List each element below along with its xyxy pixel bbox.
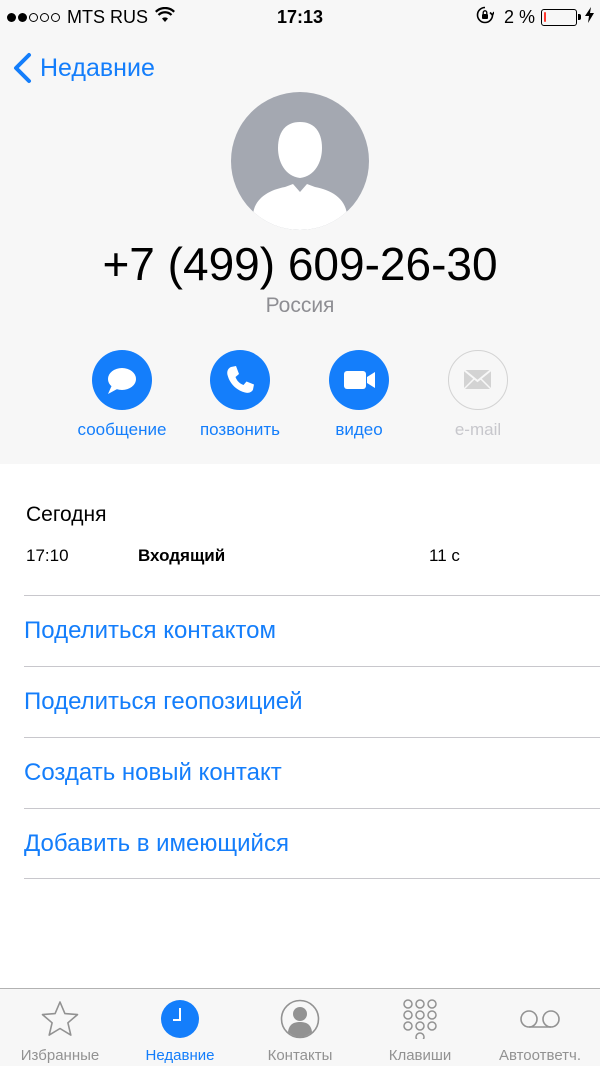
action-buttons: сообщение позвонить видео e-mail xyxy=(0,350,600,450)
email-button xyxy=(448,350,508,410)
phone-number: +7 (499) 609-26-30 xyxy=(102,238,498,290)
call-history-row: 17:10 Входящий 11 с xyxy=(0,542,600,570)
phone-country: Россия xyxy=(265,294,335,317)
charging-icon xyxy=(585,7,594,28)
tab-voicemail[interactable]: Автоответч. xyxy=(480,989,600,1066)
status-right: 2 % xyxy=(476,6,594,29)
battery-icon xyxy=(541,9,581,26)
contact-options-list: Поделиться контактом Поделиться геопозиц… xyxy=(0,595,600,879)
tab-favorites[interactable]: Избранные xyxy=(0,989,120,1066)
call-type: Входящий xyxy=(138,546,226,565)
star-icon xyxy=(41,1001,79,1036)
call-button[interactable] xyxy=(210,350,270,410)
voicemail-icon xyxy=(520,1010,560,1028)
video-button[interactable] xyxy=(329,350,389,410)
tab-voicemail-label: Автоответч. xyxy=(498,1047,582,1064)
message-button[interactable] xyxy=(92,350,152,410)
tab-favorites-label: Избранные xyxy=(20,1047,100,1064)
tab-contacts[interactable]: Контакты xyxy=(240,989,360,1066)
tab-keypad[interactable]: Клавиши xyxy=(360,989,480,1066)
clock-icon xyxy=(161,1000,199,1038)
keypad-icon xyxy=(403,999,437,1039)
status-bar: MTS RUS 17:13 2 % xyxy=(0,0,600,34)
back-button-label: Недавние xyxy=(40,53,155,82)
contact-avatar xyxy=(231,92,369,230)
rotation-lock-icon xyxy=(476,6,495,29)
tab-keypad-label: Клавиши xyxy=(388,1047,452,1064)
email-action-label: e-mail xyxy=(454,420,502,439)
add-to-existing-button[interactable]: Добавить в имеющийся xyxy=(24,808,600,879)
call-history-date: Сегодня xyxy=(26,503,107,526)
contacts-icon xyxy=(280,999,320,1039)
video-icon xyxy=(344,371,375,389)
mail-icon xyxy=(463,369,492,390)
email-action: e-mail xyxy=(408,350,548,450)
create-contact-button[interactable]: Создать новый контакт xyxy=(24,737,600,808)
tab-recents-label: Недавние xyxy=(145,1047,215,1064)
phone-icon xyxy=(227,366,254,393)
message-icon xyxy=(108,368,136,394)
tab-bar: Избранные Недавние Контакты Клавиши Авто… xyxy=(0,988,600,1066)
tab-contacts-label: Контакты xyxy=(267,1047,333,1064)
call-time: 17:10 xyxy=(26,546,69,565)
chevron-left-icon xyxy=(14,53,31,83)
share-contact-button[interactable]: Поделиться контактом xyxy=(24,595,600,666)
battery-level-fill xyxy=(544,12,546,22)
battery-percent: 2 % xyxy=(503,7,535,27)
share-location-button[interactable]: Поделиться геопозицией xyxy=(24,666,600,737)
call-duration: 11 с xyxy=(429,546,460,565)
back-button[interactable]: Недавние xyxy=(12,50,155,86)
tab-recents[interactable]: Недавние xyxy=(120,989,240,1066)
person-silhouette-icon xyxy=(253,122,347,230)
